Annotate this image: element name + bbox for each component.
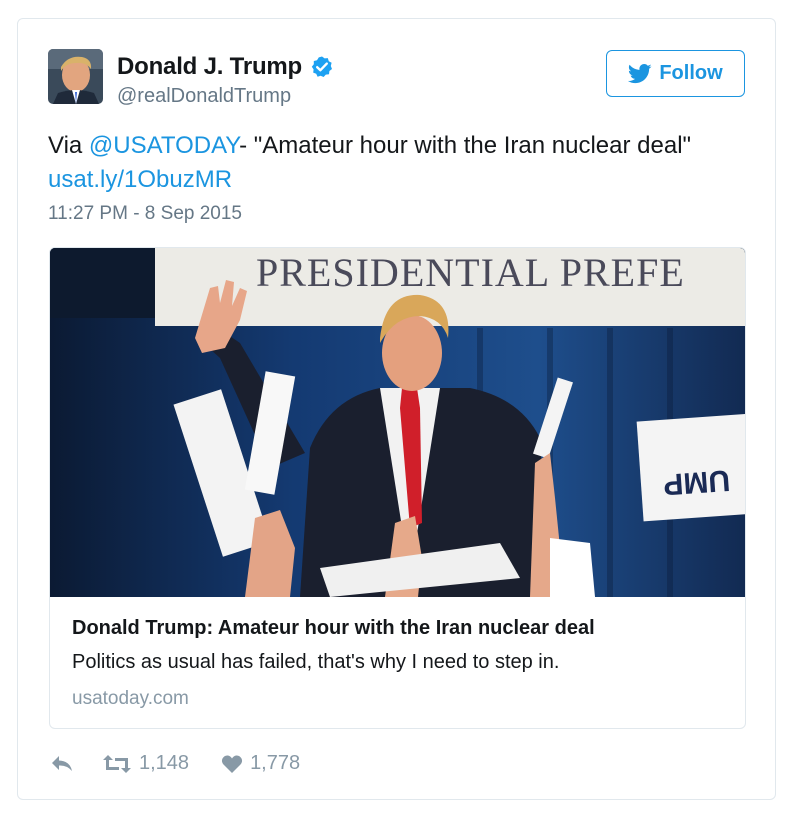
tweet-text: Via @USATODAY- "Amateur hour with the Ir… [48,129,748,197]
short-url-link[interactable]: usat.ly/1ObuzMR [48,166,232,193]
retweet-button[interactable]: 1,148 [102,752,189,775]
tweet-text-prefix: Via [48,132,89,159]
mention-link[interactable]: @USATODAY [89,132,239,159]
like-button[interactable]: 1,778 [221,752,300,775]
twitter-bird-icon [628,63,652,83]
tweet-text-body: - "Amateur hour with the Iran nuclear de… [239,132,692,159]
avatar[interactable] [48,49,103,104]
tweet-actions: 1,148 1,778 [50,752,300,775]
like-count: 1,778 [250,752,301,774]
name-row: Donald J. Trump [117,53,334,81]
tweet-card: Donald J. Trump @realDonaldTrump Follow … [17,18,776,800]
verified-badge-icon [311,56,333,77]
tweet-timestamp[interactable]: 11:27 PM - 8 Sep 2015 [48,203,242,225]
card-description: Politics as usual has failed, that's why… [72,651,560,673]
card-image: PRESIDENTIAL PREFE UMP [50,248,745,597]
reply-button[interactable] [50,754,74,774]
retweet-count: 1,148 [139,752,190,774]
avatar-image [48,49,103,104]
reply-icon [52,755,72,771]
display-name[interactable]: Donald J. Trump [117,53,302,81]
card-domain: usatoday.com [72,688,189,709]
follow-button-label: Follow [659,62,723,84]
card-photo: PRESIDENTIAL PREFE UMP [50,248,745,597]
link-preview-card[interactable]: PRESIDENTIAL PREFE UMP Donald Trump: Ama… [49,247,746,729]
user-handle[interactable]: @realDonaldTrump [117,85,291,108]
retweet-icon [103,754,131,773]
svg-text:UMP: UMP [662,463,731,501]
follow-button[interactable]: Follow [606,50,745,97]
banner-text: PRESIDENTIAL PREFE [256,250,685,295]
heart-icon [222,754,243,773]
card-title: Donald Trump: Amateur hour with the Iran… [72,617,595,639]
